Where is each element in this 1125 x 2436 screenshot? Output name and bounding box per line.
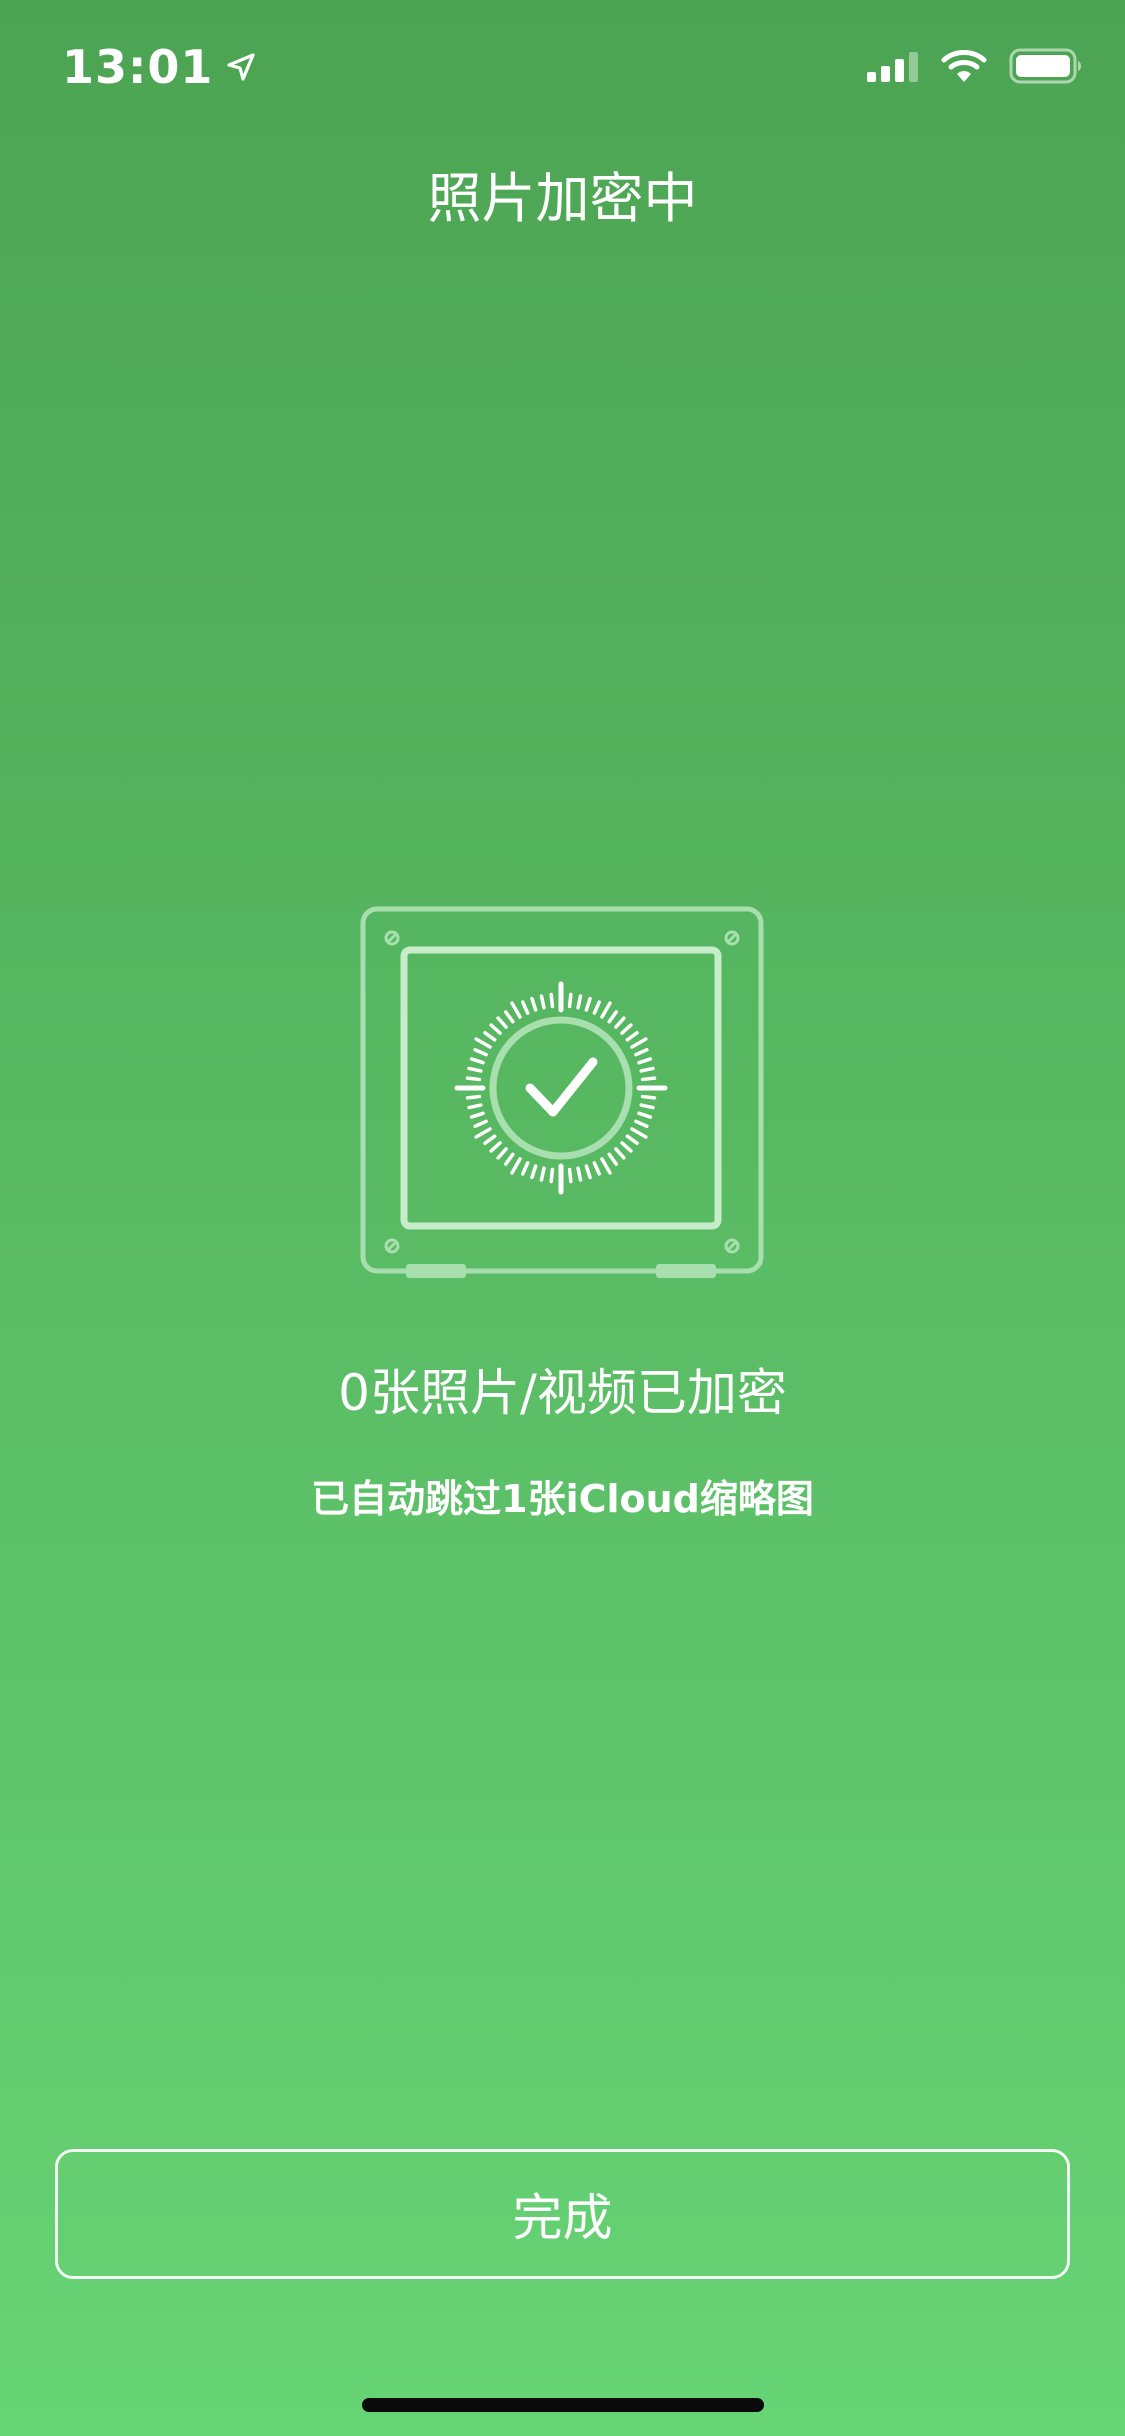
dial-tick <box>576 994 583 1010</box>
dial-tick <box>600 1001 612 1019</box>
safe-check-icon <box>360 906 764 1278</box>
dial-tick <box>637 1057 653 1065</box>
cellular-signal-icon <box>867 52 918 82</box>
home-indicator[interactable] <box>362 2398 764 2412</box>
dial-tick <box>620 1023 633 1035</box>
dial-tick <box>634 1048 649 1057</box>
dial-tick <box>521 1161 530 1176</box>
dial-tick <box>489 1141 502 1153</box>
dial-tick <box>496 1016 508 1029</box>
dial-tick <box>584 996 592 1012</box>
dial-tick <box>530 1164 538 1180</box>
time-text: 13:01 <box>62 40 214 94</box>
dial-tick <box>639 1103 655 1110</box>
dial-tick <box>473 1119 488 1128</box>
dial-tick <box>567 992 573 1009</box>
dial-tick <box>483 1031 497 1042</box>
dial-tick <box>539 1166 546 1182</box>
dial-tick <box>625 1031 639 1042</box>
dial-tick <box>584 1164 592 1180</box>
battery-icon <box>1009 48 1081 84</box>
dial-tick <box>465 1076 482 1082</box>
dial-tick <box>640 1094 657 1100</box>
dial-tick <box>474 1037 492 1049</box>
dial-tick <box>614 1147 626 1160</box>
dial-tick <box>607 1152 618 1166</box>
dial-tick <box>592 1161 601 1176</box>
done-button[interactable]: 完成 <box>55 2149 1070 2279</box>
dial-tick <box>530 996 538 1012</box>
dial-tick <box>630 1127 648 1139</box>
dial-tick <box>510 1157 522 1175</box>
check-mark <box>525 1057 598 1117</box>
dial-tick <box>465 1094 482 1100</box>
encrypted-summary: 0张照片/视频已加密 <box>338 1364 787 1422</box>
skipped-note: 已自动跳过1张iCloud缩略图 <box>311 1477 814 1521</box>
dial-tick <box>504 1152 515 1166</box>
location-arrow-icon <box>227 53 256 81</box>
dial-tick <box>549 1167 555 1184</box>
dial-tick <box>469 1057 485 1065</box>
dial-tick <box>634 1119 649 1128</box>
dial-tick <box>467 1103 483 1110</box>
dial-tick <box>539 994 546 1010</box>
dial-tick <box>630 1037 648 1049</box>
dial-tick <box>483 1134 497 1145</box>
status-bar: 13:01 <box>0 0 1125 132</box>
dial-tick <box>473 1048 488 1057</box>
dial-tick <box>496 1147 508 1160</box>
dial-tick <box>637 1111 653 1119</box>
dial-ticks <box>454 981 668 1195</box>
dial-tick <box>625 1134 639 1145</box>
dial-tick <box>467 1066 483 1073</box>
dial-tick <box>549 992 555 1009</box>
dial-tick <box>607 1010 618 1024</box>
dial-tick <box>592 1000 601 1015</box>
dial-tick <box>469 1111 485 1119</box>
status-icons <box>867 48 1083 84</box>
dial-tick <box>474 1127 492 1139</box>
dial-tick <box>510 1001 522 1019</box>
page-title: 照片加密中 <box>427 167 698 230</box>
dial-tick <box>640 1076 657 1082</box>
dial-tick <box>567 1167 573 1184</box>
dial-tick <box>620 1141 633 1153</box>
dial-tick <box>614 1016 626 1029</box>
dial-tick <box>504 1010 515 1024</box>
dial-tick <box>576 1166 583 1182</box>
dial-tick <box>639 1066 655 1073</box>
dial-tick <box>600 1157 612 1175</box>
dial-tick <box>521 1000 530 1015</box>
wifi-icon <box>941 50 987 82</box>
status-time: 13:01 <box>62 40 257 94</box>
dial-tick <box>489 1023 502 1035</box>
